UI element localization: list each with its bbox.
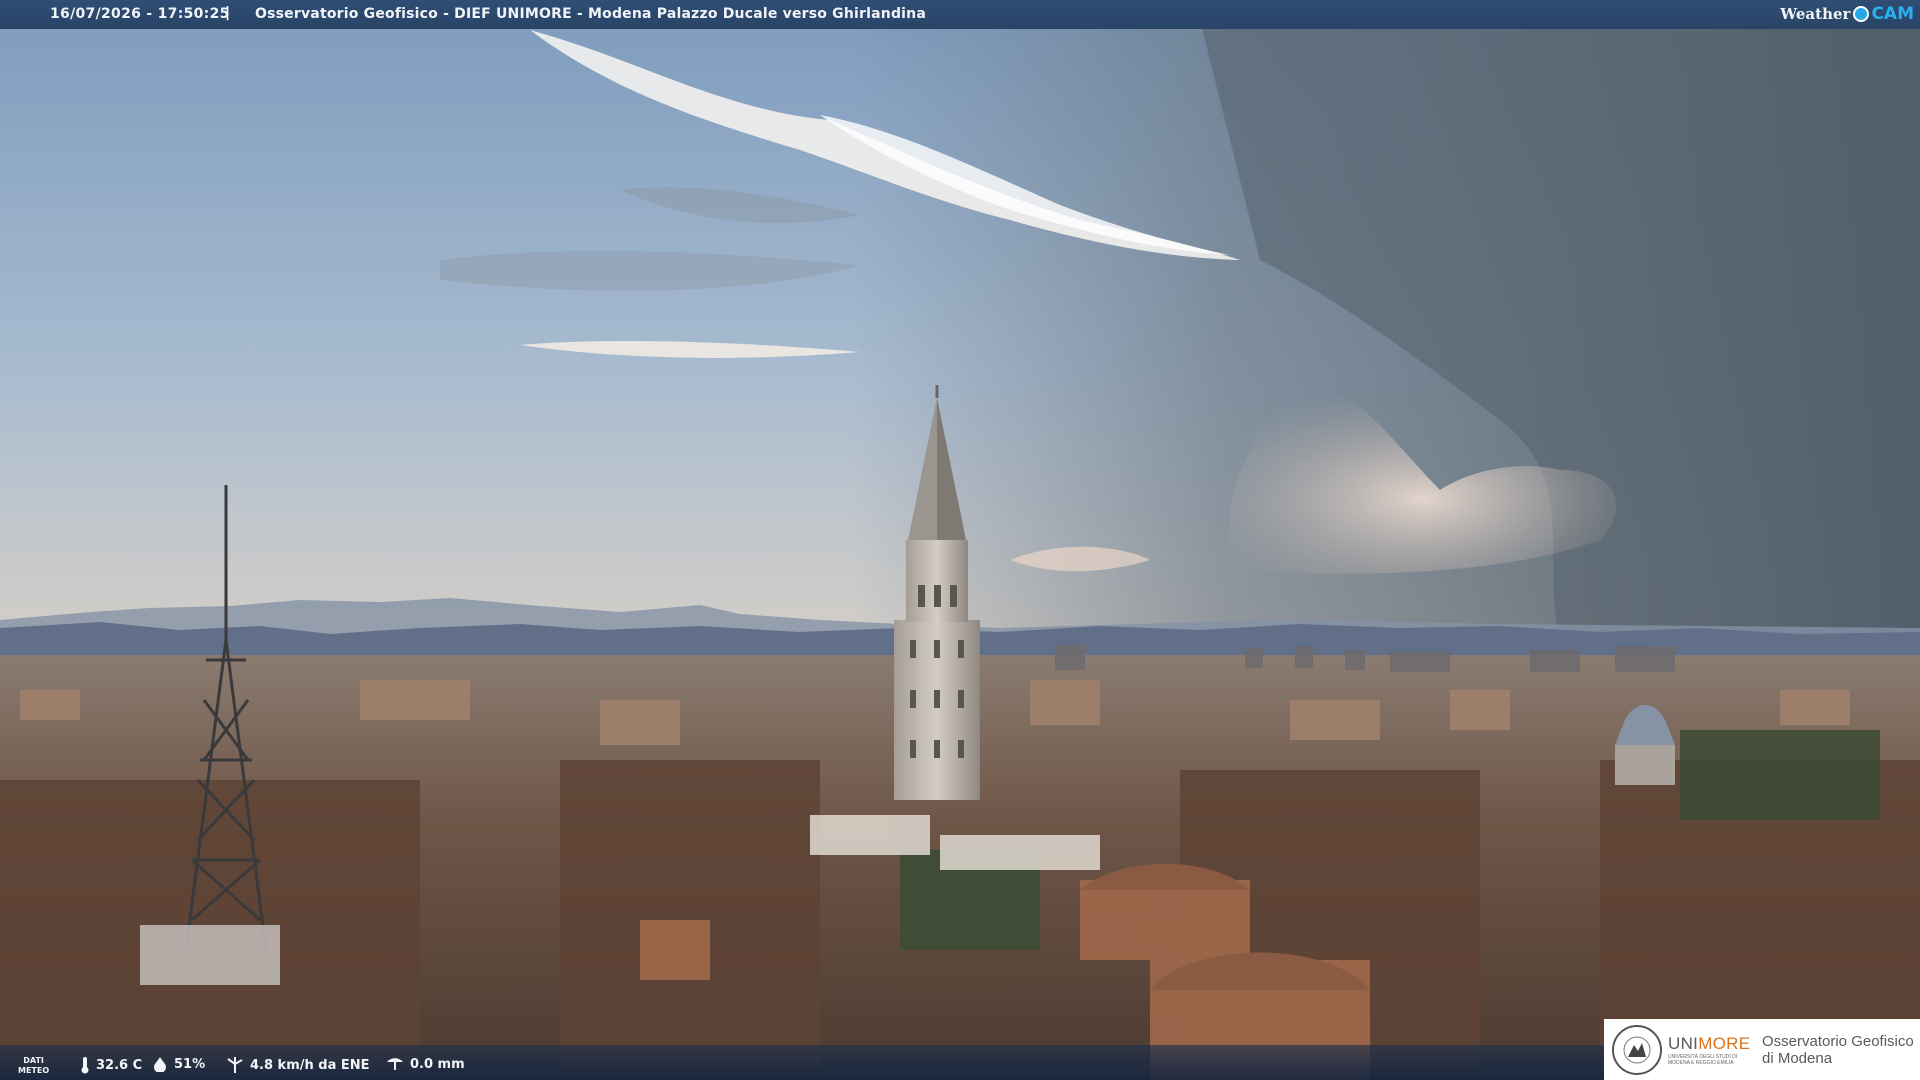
unimore-name: UNIMORE (1668, 1034, 1754, 1054)
wind-reading: 4.8 km/h da ENE (226, 1056, 370, 1074)
weathercam-logo: Weather CAM (1780, 3, 1914, 25)
timestamp: 16/07/2026 - 17:50:25 (50, 6, 230, 22)
wind-value: 4.8 km/h da ENE (250, 1057, 370, 1073)
weathercam-lens-icon (1853, 6, 1870, 22)
humidity-value: 51% (174, 1056, 206, 1072)
rain-gauge-icon (387, 1058, 403, 1070)
observatory-line1: Osservatorio Geofisico (1762, 1032, 1914, 1050)
dati-meteo-label: DATI METEO (18, 1056, 49, 1076)
dati-label-line1: DATI (23, 1056, 44, 1065)
temperature-value: 32.6 C (96, 1057, 143, 1073)
weathercam-brand-weather: Weather (1780, 5, 1851, 23)
observatory-name: Osservatorio Geofisico di Modena (1762, 1033, 1914, 1067)
wind-turbine-icon (227, 1057, 243, 1073)
dati-label-line2: METEO (18, 1066, 50, 1075)
unimore-subtitle-2: MODENA E REGGIO EMILIA (1668, 1059, 1734, 1066)
caption-bar: 16/07/2026 - 17:50:25 | Osservatorio Geo… (0, 0, 1920, 29)
unimore-wordmark: UNIMORE UNIVERSITÀ DEGLI STUDI DI MODENA… (1668, 1034, 1754, 1066)
unimore-suffix: MORE (1698, 1033, 1751, 1053)
unimore-logo-panel: UNIMORE UNIVERSITÀ DEGLI STUDI DI MODENA… (1604, 1019, 1920, 1080)
rain-value: 0.0 mm (410, 1056, 465, 1072)
humidity-reading: 51% (152, 1056, 205, 1072)
unimore-prefix: UNI (1668, 1033, 1699, 1053)
humidity-drop-icon (154, 1057, 166, 1072)
camera-title: Osservatorio Geofisico - DIEF UNIMORE - … (255, 6, 926, 22)
webcam-scene (0, 0, 1920, 1080)
rain-reading: 0.0 mm (386, 1056, 465, 1072)
thermometer-icon (81, 1057, 89, 1074)
temperature-reading: 32.6 C (80, 1056, 142, 1074)
caption-separator: | (225, 5, 231, 21)
weathercam-brand-cam: CAM (1871, 4, 1914, 24)
observatory-line2: di Modena (1762, 1049, 1833, 1067)
university-seal-icon (1612, 1024, 1662, 1075)
